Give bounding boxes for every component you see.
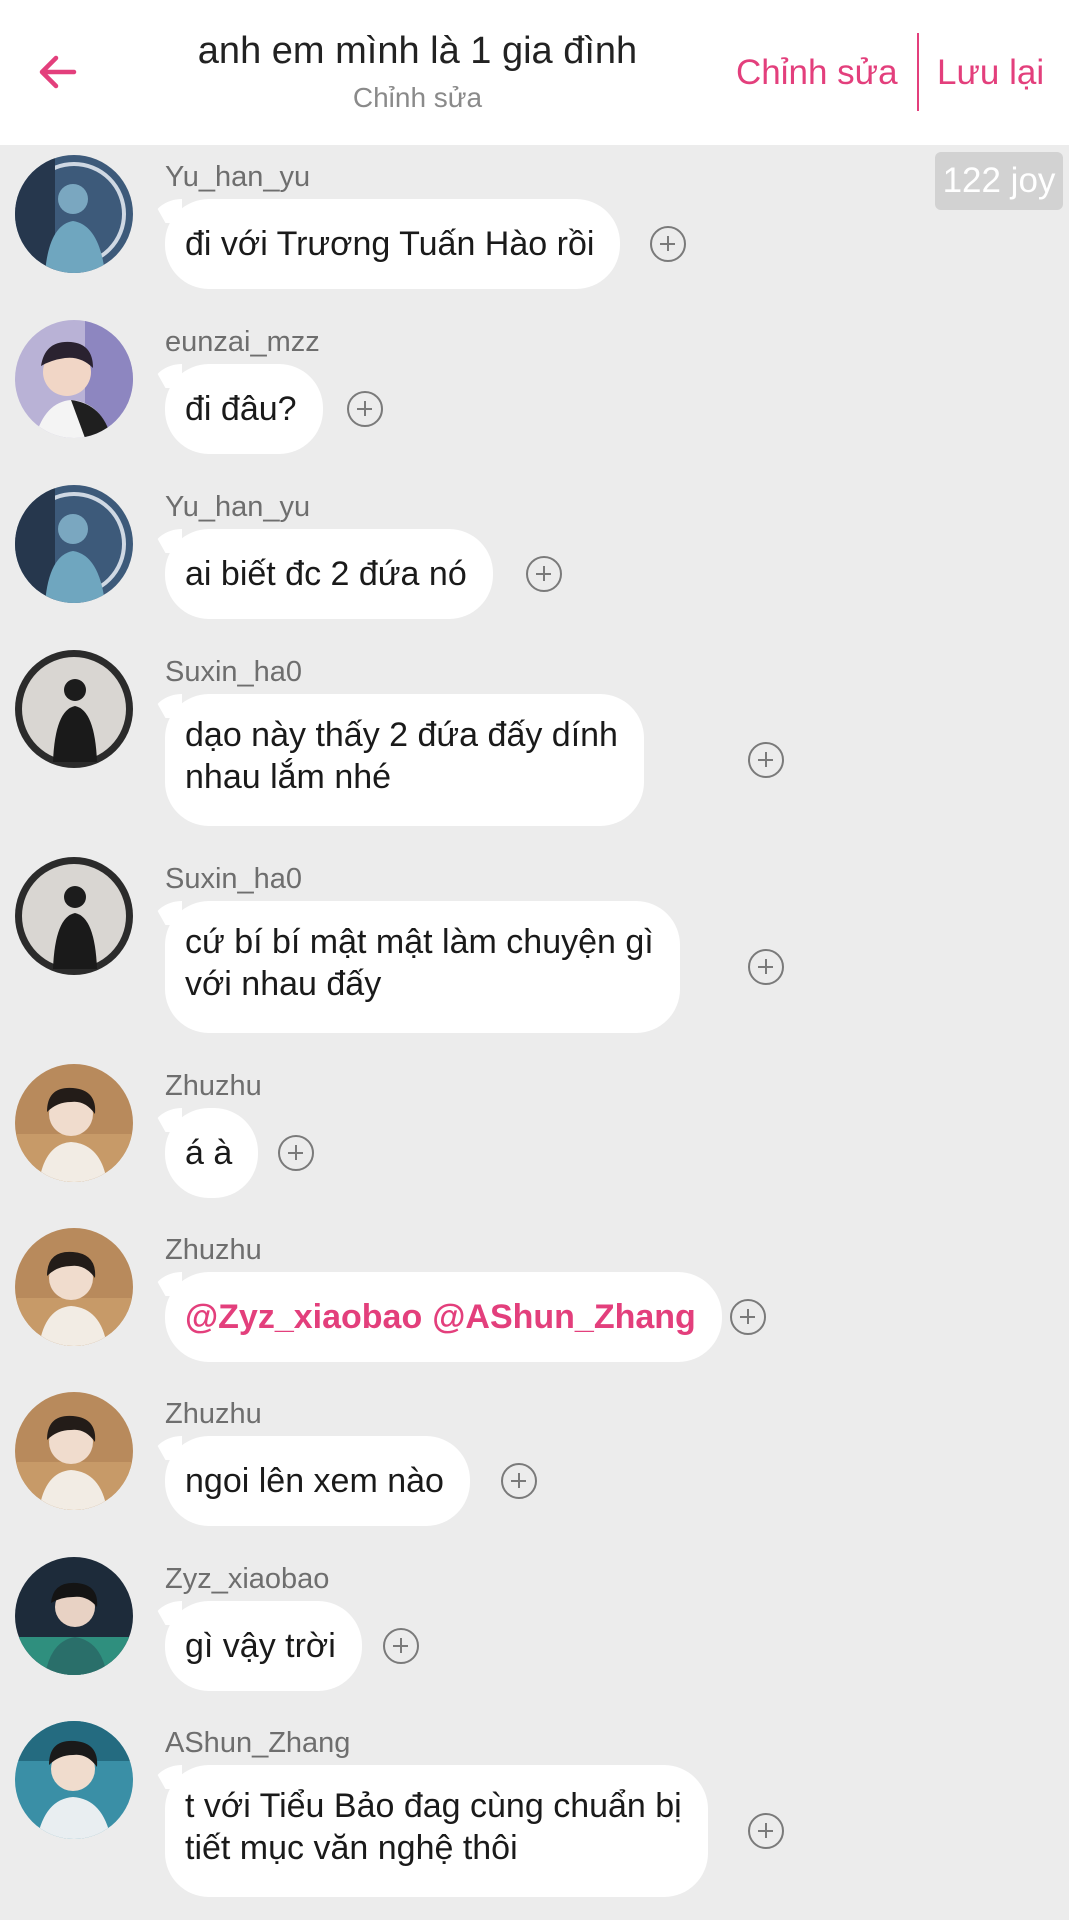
plus-circle-icon[interactable] — [748, 742, 784, 778]
avatar[interactable] — [15, 1228, 133, 1346]
plus-circle-icon[interactable] — [526, 556, 562, 592]
avatar[interactable] — [15, 1721, 133, 1839]
plus-circle-icon[interactable] — [730, 1299, 766, 1335]
edit-button[interactable]: Chỉnh sửa — [736, 50, 898, 96]
save-button[interactable]: Lưu lại — [937, 50, 1044, 96]
message-bubble[interactable]: ngoi lên xem nào — [165, 1436, 470, 1526]
message-text-line: nhau lắm nhé — [185, 758, 392, 796]
message-bubble[interactable]: đi đâu? — [165, 364, 323, 454]
avatar[interactable] — [15, 857, 133, 975]
back-button[interactable] — [30, 44, 86, 100]
title-block: anh em mình là 1 gia đình Chỉnh sửa — [130, 26, 705, 118]
plus-circle-icon[interactable] — [347, 391, 383, 427]
message-bubble[interactable]: gì vậy trời — [165, 1601, 362, 1691]
plus-circle-icon[interactable] — [278, 1135, 314, 1171]
message-text-line: cứ bí bí mật mật làm chuyện gì — [185, 923, 654, 961]
username: Zhuzhu — [165, 1398, 262, 1430]
avatar[interactable] — [15, 1557, 133, 1675]
message-bubble[interactable]: @Zyz_xiaobao @AShun_Zhang — [165, 1272, 722, 1362]
avatar[interactable] — [15, 650, 133, 768]
joy-badge[interactable]: 122 joy — [935, 152, 1063, 210]
chat-header: anh em mình là 1 gia đình Chỉnh sửa Chỉn… — [0, 0, 1069, 145]
avatar[interactable] — [15, 155, 133, 273]
plus-circle-icon[interactable] — [748, 1813, 784, 1849]
message-bubble[interactable]: ai biết đc 2 đứa nó — [165, 529, 493, 619]
avatar[interactable] — [15, 1064, 133, 1182]
chat-title: anh em mình là 1 gia đình — [197, 30, 638, 72]
username: Zyz_xiaobao — [165, 1563, 330, 1595]
avatar[interactable] — [15, 320, 133, 438]
plus-circle-icon[interactable] — [650, 226, 686, 262]
username: Yu_han_yu — [165, 491, 311, 523]
message-text-line: t với Tiểu Bảo đag cùng chuẩn bị — [185, 1787, 682, 1825]
avatar[interactable] — [15, 485, 133, 603]
message-bubble[interactable]: á à — [165, 1108, 259, 1198]
username: eunzai_mzz — [165, 326, 320, 358]
message-bubble[interactable]: đi với Trương Tuấn Hào rồi — [165, 199, 621, 289]
username: Zhuzhu — [165, 1070, 262, 1102]
chat-subtitle: Chỉnh sửa — [352, 82, 483, 113]
message-text-line: dạo này thấy 2 đứa đấy dính — [185, 716, 618, 754]
plus-circle-icon[interactable] — [748, 949, 784, 985]
header-divider — [917, 33, 919, 111]
message-text: gì vậy trời — [185, 1627, 336, 1665]
username: Suxin_ha0 — [165, 863, 303, 895]
message-text: ngoi lên xem nào — [185, 1462, 444, 1500]
message-bubble[interactable]: cứ bí bí mật mật làm chuyện gì với nhau … — [165, 901, 680, 1033]
message-bubble[interactable]: dạo này thấy 2 đứa đấy dính nhau lắm nhé — [165, 694, 644, 826]
message-text: á à — [185, 1134, 233, 1172]
mention-link[interactable]: @AShun_Zhang — [432, 1296, 696, 1338]
mention-link[interactable]: @Zyz_xiaobao — [185, 1296, 422, 1338]
message-text: đi với Trương Tuấn Hào rồi — [185, 225, 595, 263]
message-text: đi đâu? — [185, 390, 297, 428]
plus-circle-icon[interactable] — [501, 1463, 537, 1499]
message-text-line: tiết mục văn nghệ thôi — [185, 1829, 518, 1867]
avatar[interactable] — [15, 1392, 133, 1510]
username: Zhuzhu — [165, 1234, 262, 1266]
message-bubble[interactable]: t với Tiểu Bảo đag cùng chuẩn bị tiết mụ… — [165, 1765, 708, 1897]
arrow-left-icon — [39, 55, 77, 89]
plus-circle-icon[interactable] — [383, 1628, 419, 1664]
message-text: ai biết đc 2 đứa nó — [185, 555, 467, 593]
username: AShun_Zhang — [165, 1727, 351, 1759]
message-text-line: với nhau đấy — [185, 965, 382, 1003]
username: Suxin_ha0 — [165, 656, 303, 688]
username: Yu_han_yu — [165, 161, 311, 193]
